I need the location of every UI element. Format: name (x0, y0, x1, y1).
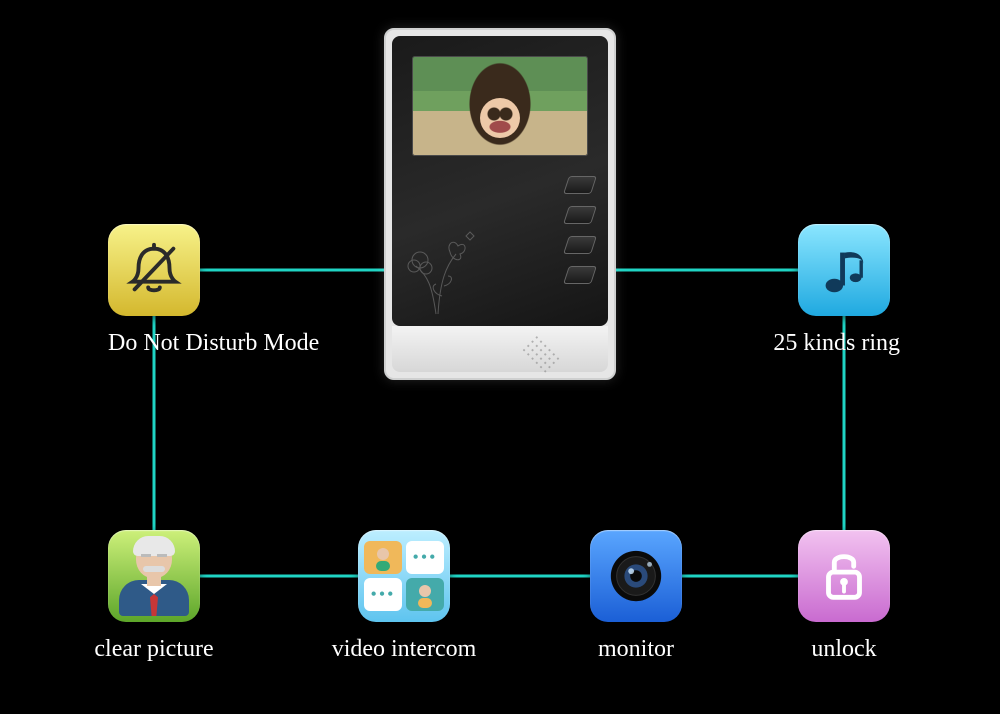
unlock-label: unlock (811, 636, 876, 663)
feature-monitor: monitor (590, 530, 682, 622)
device-screen (412, 56, 588, 156)
feature-dnd: Do Not Disturb Mode (108, 224, 200, 316)
video-chat-icon: ••• ••• (364, 541, 444, 611)
ring-label: 25 kinds ring (773, 330, 900, 357)
video-intercom-tile: ••• ••• (358, 530, 450, 622)
device-button (563, 236, 597, 254)
music-note-icon (813, 239, 875, 301)
camera-lens-icon (605, 545, 667, 607)
dnd-label: Do Not Disturb Mode (108, 330, 368, 357)
device-button (563, 266, 597, 284)
unlock-tile (798, 530, 890, 622)
device-base (392, 326, 608, 372)
ring-tile (798, 224, 890, 316)
flower-decoration-icon (406, 226, 486, 316)
device-button (563, 206, 597, 224)
monitor-label: monitor (598, 636, 674, 663)
feature-ring: 25 kinds ring (798, 224, 890, 316)
device-front-panel (392, 36, 608, 326)
lock-open-icon (813, 545, 875, 607)
feature-video-intercom: ••• ••• video intercom (358, 530, 450, 622)
feature-unlock: unlock (798, 530, 890, 622)
dnd-tile (108, 224, 200, 316)
device-button-column (566, 176, 594, 284)
person-avatar-icon (119, 536, 189, 616)
clear-picture-tile (108, 530, 200, 622)
device-button (563, 176, 597, 194)
feature-clear-picture: clear picture (108, 530, 200, 622)
video-intercom-label: video intercom (332, 636, 477, 663)
diagram-canvas: Do Not Disturb Mode 25 kinds ring (0, 0, 1000, 714)
intercom-device (384, 28, 616, 380)
bell-off-icon (123, 239, 185, 301)
clear-picture-label: clear picture (94, 636, 213, 663)
monitor-tile (590, 530, 682, 622)
